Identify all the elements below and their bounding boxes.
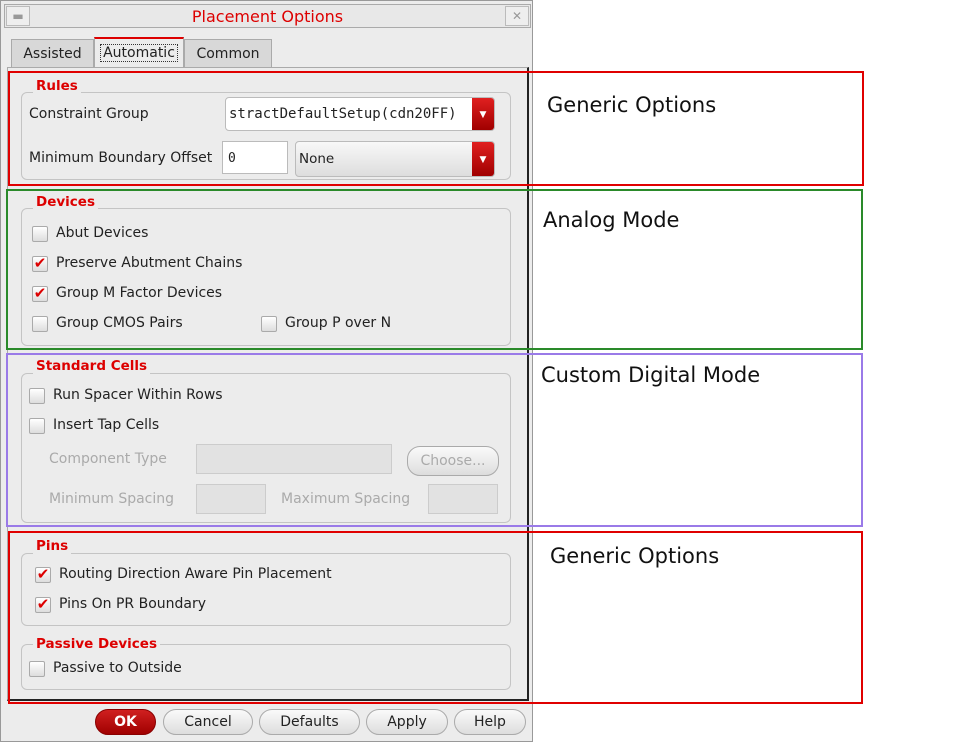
- window-title: Placement Options: [191, 7, 344, 26]
- ok-button[interactable]: OK: [95, 709, 156, 735]
- tab-assisted[interactable]: Assisted: [11, 39, 94, 67]
- annotation-box-analog-mode: [6, 189, 863, 350]
- apply-button[interactable]: Apply: [366, 709, 448, 735]
- annotation-label-analog-mode: Analog Mode: [543, 208, 680, 232]
- defaults-button[interactable]: Defaults: [259, 709, 360, 735]
- annotation-label-generic-options-top: Generic Options: [547, 93, 717, 117]
- cancel-button[interactable]: Cancel: [163, 709, 253, 735]
- annotation-label-generic-options-bottom: Generic Options: [550, 544, 720, 568]
- help-button[interactable]: Help: [454, 709, 526, 735]
- title-bar: ▬ Placement Options ✕: [4, 4, 531, 28]
- close-icon[interactable]: ✕: [505, 6, 529, 26]
- tab-automatic-label: Automatic: [100, 44, 178, 62]
- annotation-box-generic-options-top: [8, 71, 864, 186]
- annotation-box-generic-options-bottom: [8, 531, 863, 704]
- tab-automatic[interactable]: Automatic: [94, 37, 184, 68]
- tab-common[interactable]: Common: [184, 39, 272, 67]
- annotation-label-custom-digital-mode: Custom Digital Mode: [541, 363, 761, 387]
